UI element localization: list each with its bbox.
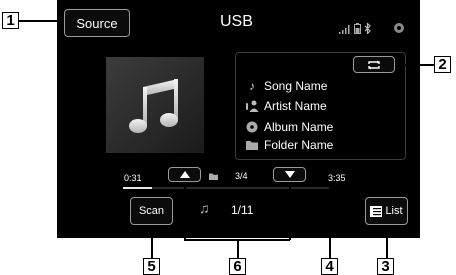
folder-up-button[interactable] [168, 167, 201, 182]
callout-6-stem [237, 239, 239, 258]
track-index: 1/11 [231, 203, 254, 217]
signal-icon [339, 25, 350, 34]
screen-title: USB [220, 13, 253, 30]
settings-icon[interactable] [393, 22, 405, 34]
callout-3-line [386, 225, 388, 258]
folder-name: Folder Name [264, 138, 334, 152]
album-row: Album Name [244, 120, 333, 134]
repeat-button[interactable] [353, 56, 395, 73]
callout-2-line [395, 64, 434, 66]
down-arrow-icon [284, 171, 295, 178]
music-note-icon [129, 79, 178, 133]
album-disc-icon [244, 121, 260, 133]
progress-bar[interactable] [123, 187, 329, 189]
bluetooth-icon [364, 23, 371, 34]
total-time: 3:35 [328, 173, 346, 183]
folder-index: 3/4 [235, 171, 248, 181]
list-label: List [385, 205, 403, 217]
callout-5-line [151, 225, 153, 258]
song-note-icon: ♪ [249, 79, 255, 93]
callout-1: 1 [2, 12, 19, 29]
up-arrow-icon [179, 171, 190, 178]
artist-row: Artist Name [244, 99, 327, 113]
song-name: Song Name [264, 79, 328, 93]
folder-icon [244, 140, 260, 150]
progress-fill [123, 187, 152, 189]
callout-4: 4 [321, 258, 338, 275]
repeat-icon [368, 60, 380, 69]
list-icon [370, 205, 383, 217]
callout-3: 3 [377, 258, 394, 275]
folder-down-button[interactable] [273, 167, 306, 182]
source-button[interactable]: Source [64, 9, 130, 37]
callout-2: 2 [434, 56, 451, 73]
scan-label: Scan [138, 205, 165, 217]
artist-icon [244, 100, 260, 112]
folder-row: Folder Name [244, 138, 333, 152]
callout-5: 5 [143, 258, 160, 275]
callout-4-line [329, 188, 331, 258]
artist-name: Artist Name [264, 99, 327, 113]
callout-6-right-line [289, 182, 291, 240]
track-note-icon: ♫ [199, 200, 210, 216]
source-button-label: Source [76, 15, 118, 31]
list-button[interactable]: List [365, 197, 408, 225]
folder-small-icon [209, 173, 218, 180]
battery-icon [354, 23, 361, 34]
song-row: ♪ Song Name [244, 79, 327, 93]
album-art [106, 57, 204, 153]
callout-6: 6 [229, 258, 246, 275]
scan-button[interactable]: Scan [130, 197, 173, 225]
callout-6-left-line [184, 182, 186, 240]
album-name: Album Name [264, 120, 334, 134]
elapsed-time: 0:31 [124, 173, 142, 183]
